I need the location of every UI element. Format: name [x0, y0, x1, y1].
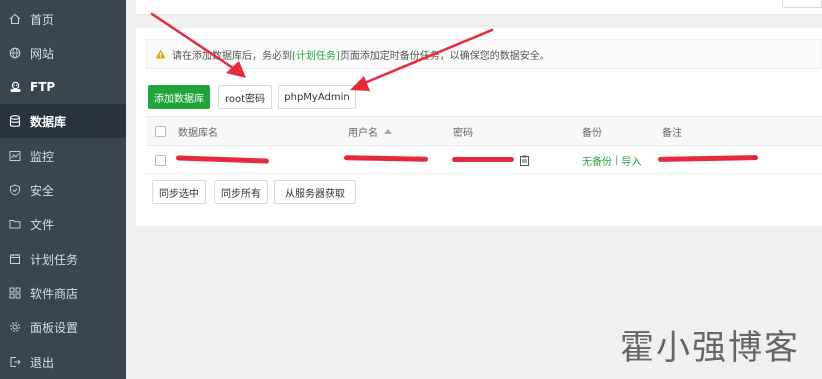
warning-text-suffix: 页面添加定时备份任务，以确保您的数据安全。 [339, 50, 550, 62]
sidebar-item-label: 退出 [30, 355, 55, 370]
warning-icon [155, 49, 166, 59]
row-checkbox[interactable] [155, 155, 166, 166]
folder-icon [8, 217, 22, 231]
sidebar-item-label: 面板设置 [30, 320, 79, 335]
sidebar-item-website[interactable]: 网站 [0, 36, 126, 70]
backup-cell: 无备份 | 导入 [582, 146, 641, 174]
select-all-checkbox[interactable] [155, 126, 166, 137]
redacted-password [452, 157, 514, 162]
phpmyadmin-button[interactable]: phpMyAdmin [278, 85, 356, 109]
top-card-corner [782, 0, 822, 8]
logout-icon [8, 355, 22, 369]
sidebar-item-home[interactable]: 首页 [0, 2, 126, 36]
home-icon [8, 12, 22, 26]
sidebar-item-label: 数据库 [30, 114, 67, 129]
sidebar: 首页 网站 FTP 数据库 监控 安全 文件 计划任务 软件商店 面板设置 退出 [0, 0, 126, 379]
sidebar-item-label: FTP [30, 80, 56, 94]
root-password-button[interactable]: root密码 [218, 85, 272, 109]
apps-icon [8, 286, 22, 300]
redacted-note [657, 155, 759, 162]
gear-icon [8, 320, 22, 334]
table-header: 数据库名 用户名 密码 备份 备注 [146, 116, 822, 146]
sidebar-item-ftp[interactable]: FTP [0, 70, 126, 104]
col-backup: 备份 [582, 127, 602, 139]
col-name[interactable]: 数据库名 [178, 117, 218, 145]
sidebar-item-cron[interactable]: 计划任务 [0, 242, 126, 276]
watermark-text: 霍小强博客 [620, 328, 800, 368]
sidebar-item-files[interactable]: 文件 [0, 207, 126, 241]
database-card: 请在添加数据库后，务必到 [计划任务] 页面添加定时备份任务，以确保您的数据安全。 … [136, 28, 822, 226]
import-link[interactable]: 导入 [621, 153, 641, 168]
sidebar-item-label: 计划任务 [30, 252, 79, 267]
col-note: 备注 [662, 127, 682, 139]
warning-text-prefix: 请在添加数据库后，务必到 [172, 50, 292, 62]
col-user[interactable]: 用户名 [348, 117, 392, 145]
copy-icon[interactable] [520, 152, 529, 168]
fetch-from-server-button[interactable]: 从服务器获取 [274, 180, 356, 204]
redacted-db-name [175, 155, 270, 164]
sidebar-item-label: 文件 [30, 217, 55, 232]
col-user-label: 用户名 [348, 127, 378, 139]
sidebar-item-monitor[interactable]: 监控 [0, 139, 126, 173]
database-icon [8, 114, 22, 128]
cron-link[interactable]: [计划任务] [292, 47, 340, 62]
sync-selected-button[interactable]: 同步选中 [152, 180, 206, 204]
sidebar-item-label: 首页 [30, 12, 55, 27]
sidebar-item-label: 软件商店 [30, 286, 79, 301]
add-database-button[interactable]: 添加数据库 [148, 85, 210, 109]
sort-asc-icon [384, 126, 392, 137]
sidebar-item-logout[interactable]: 退出 [0, 345, 126, 379]
backup-status-link[interactable]: 无备份 [582, 153, 612, 168]
sidebar-item-database[interactable]: 数据库 [0, 104, 126, 138]
backup-separator: | [615, 154, 619, 166]
shield-icon [8, 183, 22, 197]
sync-all-button[interactable]: 同步所有 [214, 180, 268, 204]
redacted-username [343, 155, 429, 162]
backup-warning: 请在添加数据库后，务必到 [计划任务] 页面添加定时备份任务，以确保您的数据安全。 [146, 39, 822, 69]
ftp-icon [8, 80, 22, 94]
col-password: 密码 [453, 127, 473, 139]
sidebar-item-security[interactable]: 安全 [0, 173, 126, 207]
sidebar-item-settings[interactable]: 面板设置 [0, 310, 126, 344]
calendar-icon [8, 252, 22, 266]
top-card [136, 0, 822, 15]
sidebar-item-store[interactable]: 软件商店 [0, 276, 126, 310]
sidebar-item-label: 网站 [30, 46, 55, 61]
monitor-icon [8, 149, 22, 163]
globe-icon [8, 46, 22, 60]
sidebar-item-label: 安全 [30, 183, 55, 198]
sidebar-item-label: 监控 [30, 149, 55, 164]
table-row: 无备份 | 导入 [146, 146, 822, 174]
